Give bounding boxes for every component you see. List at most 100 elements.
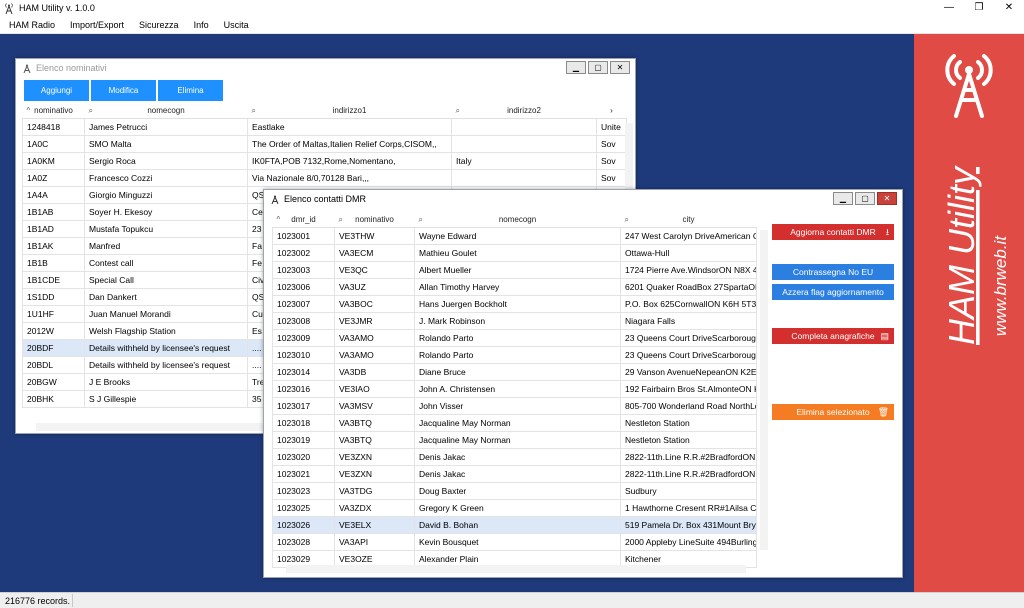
table-cell: 1023018 bbox=[272, 413, 335, 432]
table-cell: 1A0C bbox=[22, 134, 85, 153]
maximize-icon[interactable]: ▢ bbox=[855, 192, 875, 205]
table-row[interactable]: 1023007 VA3BOC Hans Juergen Bockholt P.O. B… bbox=[272, 294, 757, 313]
table-row[interactable]: 1023023 VA3TDG Doug Baxter Sudbury bbox=[272, 481, 757, 500]
column-indirizzo1[interactable]: ⌕ indirizzo1 bbox=[247, 104, 452, 119]
table-row[interactable]: 1023006 VA3UZ Allan Timothy Harvey 6201 Qua… bbox=[272, 277, 757, 296]
table-row[interactable]: 1023019 VA3BTQ Jacqualine May Norman Nestle… bbox=[272, 430, 757, 449]
close-icon[interactable]: ✕ bbox=[994, 0, 1024, 16]
column-dmr-id[interactable]: ^ dmr_id bbox=[272, 213, 335, 228]
menu-ham-radio[interactable]: HAM Radio bbox=[9, 20, 55, 30]
table-row[interactable]: 1023025 VA3ZDX Gregory K Green 1 Hawthorne … bbox=[272, 498, 757, 517]
update-dmr-contacts-button[interactable]: Aggiorna contatti DMR ⭳ bbox=[772, 224, 894, 240]
table-row[interactable]: 1A0C SMO Malta The Order of Maltas,Italien… bbox=[22, 134, 627, 153]
table-row[interactable]: 1023021 VE3ZXN Denis Jakac 2822-11th.Line R… bbox=[272, 464, 757, 483]
table-cell: John A. Christensen bbox=[414, 379, 621, 398]
close-icon[interactable]: ✕ bbox=[610, 61, 630, 74]
add-button[interactable]: Aggiungi bbox=[24, 80, 89, 101]
column-nomecogn[interactable]: ⌕ nomecogn bbox=[414, 213, 621, 228]
search-icon: ⌕ bbox=[88, 106, 93, 115]
table-cell: Mathieu Goulet bbox=[414, 243, 621, 262]
table-row[interactable]: 1023002 VA3ECM Mathieu Goulet Ottawa-Hull bbox=[272, 243, 757, 262]
search-icon: ⌕ bbox=[338, 215, 343, 224]
table-cell: Wayne Edward bbox=[414, 226, 621, 245]
table-cell: Sergio Roca bbox=[84, 151, 248, 170]
table-row[interactable]: 1023009 VA3AMO Rolando Parto 23 Queens Cour… bbox=[272, 328, 757, 347]
table-cell: VA3BTQ bbox=[334, 430, 415, 449]
maximize-icon[interactable]: ▢ bbox=[588, 61, 608, 74]
table-cell: VA3ZDX bbox=[334, 498, 415, 517]
table-cell: J. Mark Robinson bbox=[414, 311, 621, 330]
table-row[interactable]: 1A0KM Sergio Roca IK0FTA,POB 7132,Rome,Nom… bbox=[22, 151, 627, 170]
table-cell: 23 Queens Court DriveScarboroughON M1 bbox=[620, 345, 757, 364]
table-cell: 1B1AK bbox=[22, 236, 85, 255]
table-cell: 1023008 bbox=[272, 311, 335, 330]
edit-button[interactable]: Modifica bbox=[91, 80, 156, 101]
nominativi-titlebar[interactable]: Elenco nominativi ▁ ▢ ✕ bbox=[16, 59, 635, 77]
table-cell: 1B1CDE bbox=[22, 270, 85, 289]
column-nominativo[interactable]: ^ nominativo bbox=[22, 104, 85, 119]
column-more[interactable]: › bbox=[596, 104, 627, 119]
table-header: ^ nominativo ⌕ nomecogn ⌕ indirizzo1 ⌕ indir… bbox=[22, 104, 627, 119]
table-cell: Unite bbox=[596, 117, 627, 136]
menu-uscita[interactable]: Uscita bbox=[224, 20, 249, 30]
table-cell: 1023020 bbox=[272, 447, 335, 466]
table-row[interactable]: 1023016 VE3IAO John A. Christensen 192 Fair… bbox=[272, 379, 757, 398]
table-cell: Mustafa Topukcu bbox=[84, 219, 248, 238]
mark-no-eu-button[interactable]: Contrassegna No EU bbox=[772, 264, 894, 280]
table-row[interactable]: 1023010 VA3AMO Rolando Parto 23 Queens Cour… bbox=[272, 345, 757, 364]
table-cell: 1023026 bbox=[272, 515, 335, 534]
minimize-icon[interactable]: ▁ bbox=[833, 192, 853, 205]
table-cell: VA3API bbox=[334, 532, 415, 551]
column-nomecogn[interactable]: ⌕ nomecogn bbox=[84, 104, 248, 119]
table-cell: P.O. Box 625CornwallON K6H 5T3 bbox=[620, 294, 757, 313]
column-city[interactable]: ⌕ city bbox=[620, 213, 757, 228]
delete-button[interactable]: Elimina bbox=[158, 80, 223, 101]
vertical-scrollbar[interactable] bbox=[760, 230, 768, 550]
table-cell: J E Brooks bbox=[84, 372, 248, 391]
table-cell bbox=[451, 134, 597, 153]
radio-tower-icon bbox=[271, 195, 279, 204]
column-nominativo[interactable]: ⌕ nominativo bbox=[334, 213, 415, 228]
menu-import-export[interactable]: Import/Export bbox=[70, 20, 124, 30]
maximize-icon[interactable]: ❐ bbox=[964, 0, 994, 16]
table-cell: VA3MSV bbox=[334, 396, 415, 415]
table-row[interactable]: 1A0Z Francesco Cozzi Via Nazionale 8/0,701… bbox=[22, 168, 627, 187]
table-cell: VA3AMO bbox=[334, 345, 415, 364]
reset-update-flag-button[interactable]: Azzera flag aggiornamento bbox=[772, 284, 894, 300]
table-cell: Diane Bruce bbox=[414, 362, 621, 381]
horizontal-scrollbar[interactable] bbox=[286, 565, 746, 573]
table-row[interactable]: 1023001 VE3THW Wayne Edward 247 West Caroly… bbox=[272, 226, 757, 245]
table-row[interactable]: 1023014 VA3DB Diane Bruce 29 Vanson AvenueN… bbox=[272, 362, 757, 381]
table-cell: IK0FTA,POB 7132,Rome,Nomentano, bbox=[247, 151, 452, 170]
table-row[interactable]: 1023026 VE3ELX David B. Bohan 519 Pamela Dr… bbox=[272, 515, 757, 534]
table-row[interactable]: 1023003 VE3QC Albert Mueller 1724 Pierre Av… bbox=[272, 260, 757, 279]
table-row[interactable]: 1023020 VE3ZXN Denis Jakac 2822-11th.Line R… bbox=[272, 447, 757, 466]
table-row[interactable]: 1023028 VA3API Kevin Bousquet 2000 Appleby … bbox=[272, 532, 757, 551]
table-row[interactable]: 1023018 VA3BTQ Jacqualine May Norman Nestle… bbox=[272, 413, 757, 432]
table-cell: VE3QC bbox=[334, 260, 415, 279]
table-cell: James Petrucci bbox=[84, 117, 248, 136]
table-cell: 2822-11th.Line R.R.#2BradfordON L3Z 2A5 bbox=[620, 464, 757, 483]
table-cell: 1B1B bbox=[22, 253, 85, 272]
table-cell: Giorgio Minguzzi bbox=[84, 185, 248, 204]
table-row[interactable]: 1023008 VE3JMR J. Mark Robinson Niagara Fal… bbox=[272, 311, 757, 330]
close-icon[interactable]: ✕ bbox=[877, 192, 897, 205]
table-cell: Details withheld by licensee's request bbox=[84, 355, 248, 374]
table-cell: 1023003 bbox=[272, 260, 335, 279]
radio-tower-icon bbox=[23, 64, 31, 73]
menu-info[interactable]: Info bbox=[194, 20, 209, 30]
table-cell: 1724 Pierre Ave.WindsorON N8X 4P8 bbox=[620, 260, 757, 279]
table-row[interactable]: 1023017 VA3MSV John Visser 805-700 Wonderla… bbox=[272, 396, 757, 415]
dmr-titlebar[interactable]: Elenco contatti DMR ▁ ▢ ✕ bbox=[264, 190, 902, 208]
menu-sicurezza[interactable]: Sicurezza bbox=[139, 20, 179, 30]
status-bar: 216776 records. bbox=[0, 592, 1024, 608]
minimize-icon[interactable]: — bbox=[934, 0, 964, 16]
table-cell: 192 Fairbairn Bros St.AlmonteON K0A 1A0 bbox=[620, 379, 757, 398]
delete-selected-button[interactable]: Elimina selezionato 🗑 bbox=[772, 404, 894, 420]
table-row[interactable]: 1248418 James Petrucci Eastlake Unite bbox=[22, 117, 627, 136]
minimize-icon[interactable]: ▁ bbox=[566, 61, 586, 74]
trash-icon: 🗑 bbox=[877, 407, 889, 417]
dmr-window-controls: ▁ ▢ ✕ bbox=[833, 192, 897, 205]
column-indirizzo2[interactable]: ⌕ indirizzo2 bbox=[451, 104, 597, 119]
complete-registry-button[interactable]: Completa anagrafiche ▤ bbox=[772, 328, 894, 344]
